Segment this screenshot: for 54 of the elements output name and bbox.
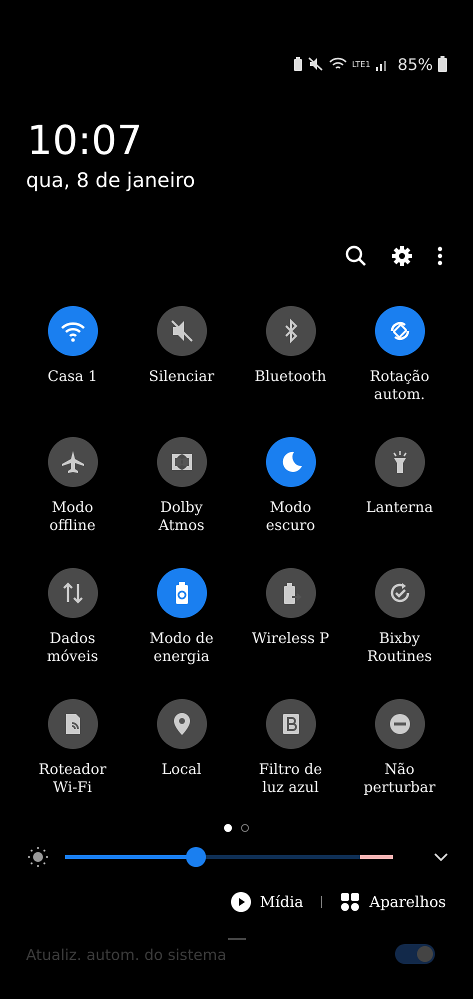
tile-label: Modo de energia (148, 630, 215, 666)
wifi-icon (329, 57, 348, 71)
clock-time: 10:07 (27, 118, 144, 164)
tile-label: Dolby Atmos (157, 499, 206, 535)
tile-toggle[interactable] (374, 568, 424, 618)
tile-label: Dados móveis (46, 630, 100, 666)
airplane-icon (60, 449, 86, 475)
notification-toggle[interactable] (395, 944, 435, 964)
devices-button[interactable]: Aparelhos (340, 892, 446, 912)
tile-toggle[interactable] (156, 568, 206, 618)
chevron-down-icon[interactable] (433, 852, 449, 862)
tile-toggle[interactable] (374, 306, 424, 356)
media-button[interactable]: Mídia (230, 892, 304, 912)
tile-toggle[interactable] (48, 306, 98, 356)
tile-label: Wireless P (250, 630, 330, 648)
play-icon (230, 892, 251, 912)
battery-percent: 85% (397, 54, 433, 74)
sun-icon (27, 846, 49, 868)
tile-label: Não perturbar (362, 761, 436, 797)
slider-thumb[interactable] (186, 847, 206, 867)
search-icon[interactable] (345, 245, 367, 267)
tile-toggle[interactable] (266, 568, 316, 618)
tile-label: Roteador Wi-Fi (38, 761, 108, 797)
tile-label: Silenciar (148, 368, 216, 386)
tile-label: Modo offline (48, 499, 97, 535)
tile-toggle[interactable] (374, 437, 424, 487)
notification-title: Atualiz. autom. do sistema (26, 948, 226, 960)
tile-label: Casa 1 (46, 368, 98, 386)
mute-icon (168, 318, 194, 344)
tile-label: Lanterna (365, 499, 434, 517)
settings-icon[interactable] (391, 245, 413, 267)
battery-saver-icon (293, 57, 304, 71)
tile-toggle[interactable] (266, 437, 316, 487)
tile-toggle[interactable] (156, 699, 206, 749)
tile-toggle[interactable] (48, 437, 98, 487)
tile-toggle[interactable] (48, 699, 98, 749)
tile-toggle[interactable] (156, 306, 206, 356)
tile-label: Local (160, 761, 202, 779)
tile-label: Rotação autom. (368, 368, 430, 404)
network-type: LTE1 (352, 60, 370, 68)
tile-label: Modo escuro (264, 499, 316, 535)
mute-icon (308, 57, 324, 71)
tile-toggle[interactable] (266, 699, 316, 749)
battery-icon (438, 56, 447, 72)
tile-label: Bluetooth (254, 368, 328, 386)
tile-toggle[interactable] (374, 699, 424, 749)
tile-toggle[interactable] (48, 568, 98, 618)
grid-icon (340, 892, 360, 912)
tile-toggle[interactable] (266, 306, 316, 356)
tile-toggle[interactable] (156, 437, 206, 487)
clock-date: qua, 8 de janeiro (26, 168, 196, 192)
more-icon[interactable] (437, 246, 443, 266)
tile-label: Bixby Routines (366, 630, 433, 666)
tile-label: Filtro de luz azul (258, 761, 324, 797)
